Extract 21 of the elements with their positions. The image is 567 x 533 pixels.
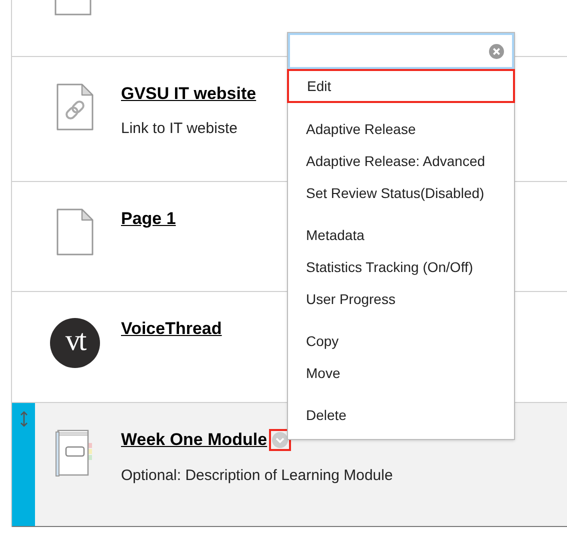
item-title-link[interactable]: Page 1 [121,208,176,230]
menu-item[interactable]: Copy [288,325,514,357]
item-title-link[interactable]: Week One Module [121,429,268,451]
menu-item[interactable]: Metadata [288,219,514,251]
item-title-link[interactable]: VoiceThread [121,318,222,340]
clear-icon[interactable] [489,44,504,58]
link-document-icon [56,83,94,131]
item-description: Link to IT webiste [121,119,238,140]
menu-item[interactable]: Move [288,357,514,389]
item-title-link[interactable]: GVSU IT website [121,83,256,104]
document-icon [56,208,94,256]
menu-item[interactable]: Set Review Status(Disabled) [288,177,514,209]
menu-item[interactable]: User Progress [288,283,514,315]
drag-handle-icon[interactable] [20,411,28,427]
search-field[interactable] [288,33,514,69]
item-description: Optional: Description of Learning Module [121,466,393,486]
menu-item[interactable]: Adaptive Release [288,113,514,145]
menu-item[interactable]: Statistics Tracking (On/Off) [288,251,514,283]
logo-icon: vt [50,318,100,368]
menu-item[interactable]: Edit [287,69,515,103]
menu-item[interactable]: Adaptive Release: Advanced [288,145,514,177]
